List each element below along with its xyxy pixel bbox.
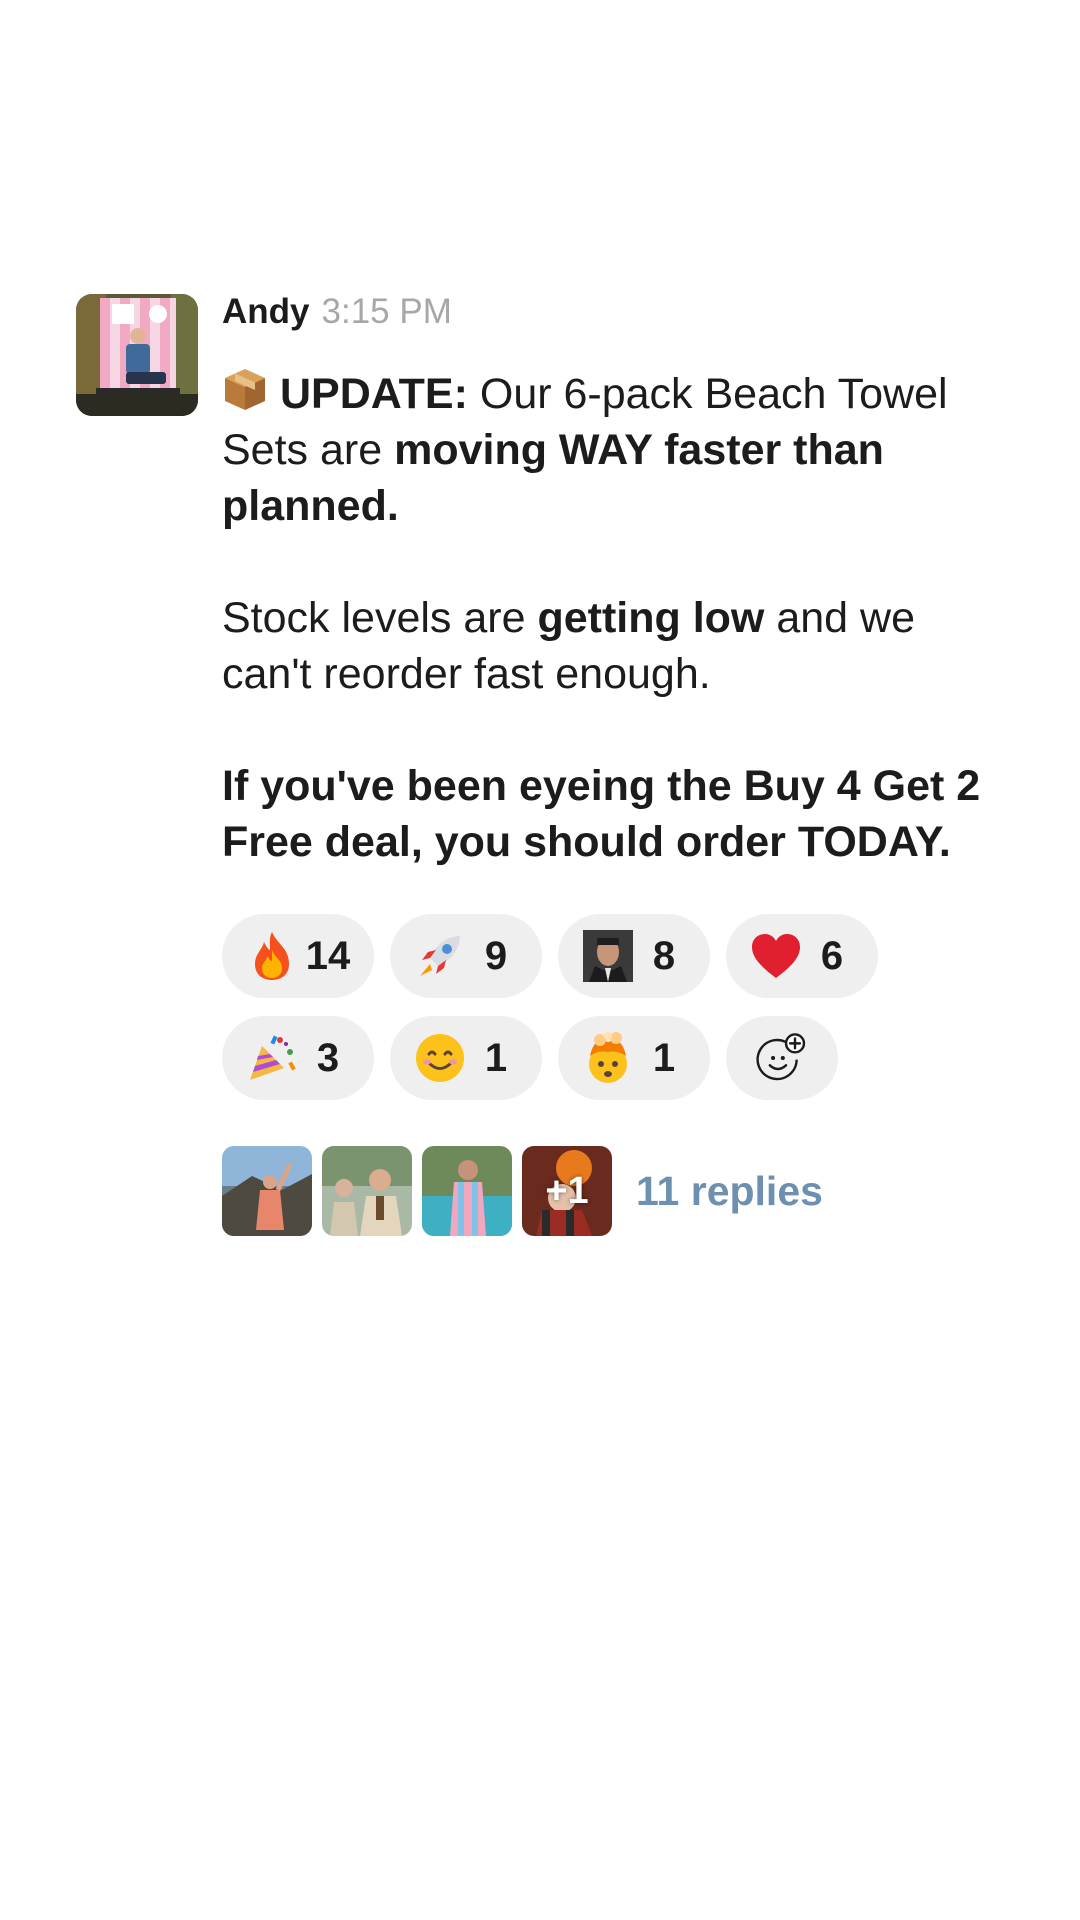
reaction-heart[interactable]: 6 xyxy=(726,914,878,998)
message-content: Andy 3:15 PM UPDATE: Our 6-pack Beach To… xyxy=(222,292,1012,1236)
thread-summary[interactable]: +1 11 replies xyxy=(222,1146,1012,1236)
replies-link[interactable]: 11 replies xyxy=(636,1168,823,1215)
reaction-exploding-head[interactable]: 1 xyxy=(558,1016,710,1100)
message-paragraph-1: UPDATE: Our 6-pack Beach Towel Sets are … xyxy=(222,366,1012,534)
message-paragraph-3: If you've been eyeing the Buy 4 Get 2 Fr… xyxy=(222,758,1012,870)
reaction-fire[interactable]: 14 xyxy=(222,914,374,998)
party-popper-emoji-icon xyxy=(246,1032,298,1084)
para2-seg1: Stock levels are xyxy=(222,594,538,642)
participant-avatar-3[interactable] xyxy=(422,1146,512,1236)
reaction-count: 8 xyxy=(652,933,676,978)
smiling-face-emoji-icon xyxy=(414,1032,466,1084)
participant-avatar-1[interactable] xyxy=(222,1146,312,1236)
more-participants-count: +1 xyxy=(545,1169,589,1212)
red-heart-emoji-icon xyxy=(750,930,802,982)
reaction-rocket[interactable]: 9 xyxy=(390,914,542,998)
user-avatar[interactable] xyxy=(76,294,198,416)
author-name[interactable]: Andy xyxy=(222,292,310,332)
para1-seg1: UPDATE: xyxy=(280,370,468,418)
message-header: Andy 3:15 PM xyxy=(222,292,1012,336)
para2-seg2: getting low xyxy=(537,594,765,642)
reaction-count: 1 xyxy=(484,1035,508,1080)
reaction-custom-face[interactable]: 8 xyxy=(558,914,710,998)
timestamp[interactable]: 3:15 PM xyxy=(322,292,452,332)
para3-seg1: If you've been eyeing the Buy 4 Get 2 Fr… xyxy=(222,762,981,866)
participant-avatar-2[interactable] xyxy=(322,1146,412,1236)
reaction-count: 1 xyxy=(652,1035,676,1080)
add-reaction-button[interactable] xyxy=(726,1016,838,1100)
participant-avatar-more[interactable]: +1 xyxy=(522,1146,612,1236)
reaction-party[interactable]: 3 xyxy=(222,1016,374,1100)
add-reaction-icon xyxy=(756,1032,808,1084)
custom-face-emoji-icon xyxy=(582,930,634,982)
reaction-count: 9 xyxy=(484,933,508,978)
reaction-count: 3 xyxy=(316,1035,340,1080)
exploding-head-emoji-icon xyxy=(582,1032,634,1084)
reaction-count: 6 xyxy=(820,933,844,978)
message-paragraph-2: Stock levels are getting low and we can'… xyxy=(222,590,1012,702)
reaction-smile[interactable]: 1 xyxy=(390,1016,542,1100)
rocket-emoji-icon xyxy=(414,930,466,982)
package-emoji-icon xyxy=(222,366,268,412)
message-body: UPDATE: Our 6-pack Beach Towel Sets are … xyxy=(222,366,1012,870)
reactions-bar: 14 9 8 6 3 1 1 xyxy=(222,914,912,1100)
user-avatar-image xyxy=(76,294,198,416)
fire-emoji-icon xyxy=(246,930,298,982)
reaction-count: 14 xyxy=(305,933,351,978)
